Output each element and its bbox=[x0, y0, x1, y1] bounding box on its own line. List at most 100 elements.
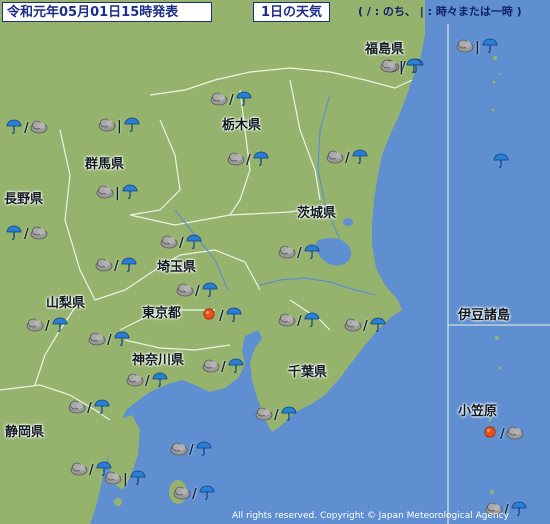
pref-label-saitama: 埼玉県 bbox=[157, 260, 197, 275]
forecast-separator: / bbox=[500, 426, 505, 442]
cloud-icon bbox=[202, 357, 220, 377]
forecast-f07: / bbox=[227, 150, 270, 170]
forecast-f02: | bbox=[456, 37, 499, 57]
issue-datetime: 令和元年05月01日15時発表 bbox=[2, 2, 212, 22]
umbrella-icon bbox=[481, 37, 499, 57]
forecast-f20: / bbox=[126, 371, 169, 391]
umbrella-icon bbox=[235, 90, 253, 110]
umbrella-icon bbox=[113, 330, 131, 350]
forecast-day-title: 1日の天気 bbox=[253, 2, 330, 22]
pref-label-tokyo: 東京都 bbox=[142, 306, 182, 321]
cloud-icon bbox=[227, 150, 245, 170]
umbrella-icon bbox=[369, 316, 387, 336]
forecast-separator: / bbox=[114, 258, 119, 274]
cloud-icon bbox=[160, 233, 178, 253]
umbrella-icon bbox=[198, 484, 216, 504]
forecast-f22: / bbox=[68, 398, 111, 418]
forecast-separator: / bbox=[89, 462, 94, 478]
forecast-separator: / bbox=[107, 332, 112, 348]
umbrella-icon bbox=[151, 371, 169, 391]
umbrella-icon bbox=[93, 398, 111, 418]
pref-label-fukushima: 福島県 bbox=[365, 42, 405, 57]
forecast-separator: / bbox=[195, 283, 200, 299]
forecast-separator: / bbox=[192, 486, 197, 502]
forecast-separator: / bbox=[24, 226, 29, 242]
forecast-separator: | bbox=[123, 471, 128, 487]
pref-label-kanagawa: 神奈川県 bbox=[132, 353, 185, 368]
cloud-icon bbox=[30, 224, 48, 244]
forecast-f05: / bbox=[210, 90, 253, 110]
cloud-icon bbox=[98, 116, 116, 136]
umbrella-icon bbox=[185, 233, 203, 253]
forecast-f09: / bbox=[5, 224, 48, 244]
pref-label-ibaraki: 茨城県 bbox=[297, 206, 337, 221]
forecast-f11: / bbox=[278, 243, 321, 263]
forecast-separator: / bbox=[179, 235, 184, 251]
forecast-f08: | bbox=[96, 183, 139, 203]
sun-icon bbox=[200, 306, 218, 326]
forecast-separator: / bbox=[221, 359, 226, 375]
forecast-separator: / bbox=[229, 92, 234, 108]
copyright-notice: All rights reserved. Copyright © Japan M… bbox=[232, 511, 509, 521]
umbrella-icon bbox=[51, 316, 69, 336]
forecast-separator: / bbox=[297, 313, 302, 329]
forecast-separator: | bbox=[399, 59, 404, 75]
forecast-separator: / bbox=[87, 400, 92, 416]
forecast-separator: / bbox=[45, 318, 50, 334]
forecast-f04: | bbox=[98, 116, 141, 136]
pref-label-nagano: 長野県 bbox=[4, 192, 44, 207]
forecast-separator: / bbox=[363, 318, 368, 334]
forecast-f25: | bbox=[380, 57, 423, 77]
forecast-f30: / bbox=[481, 424, 524, 444]
pref-label-ogasawara: 小笠原 bbox=[458, 404, 498, 419]
umbrella-icon bbox=[510, 500, 528, 520]
forecast-f15: / bbox=[200, 306, 243, 326]
cloud-icon bbox=[278, 311, 296, 331]
umbrella-icon bbox=[195, 440, 213, 460]
forecast-f13: / bbox=[176, 281, 219, 301]
cloud-icon bbox=[126, 371, 144, 391]
cloud-icon bbox=[210, 90, 228, 110]
cloud-icon bbox=[95, 256, 113, 276]
cloud-icon bbox=[170, 440, 188, 460]
forecast-f06: / bbox=[326, 148, 369, 168]
forecast-separator: | bbox=[475, 39, 480, 55]
map-background bbox=[0, 0, 550, 524]
cloud-icon bbox=[96, 183, 114, 203]
forecast-separator: | bbox=[115, 185, 120, 201]
umbrella-icon bbox=[405, 57, 423, 77]
cloud-icon bbox=[176, 281, 194, 301]
umbrella-icon bbox=[201, 281, 219, 301]
symbol-legend: ( / : のち、 | : 時々または一時 ) bbox=[358, 5, 522, 18]
umbrella-icon bbox=[129, 469, 147, 489]
cloud-icon bbox=[344, 316, 362, 336]
forecast-f19: / bbox=[202, 357, 245, 377]
forecast-separator: / bbox=[24, 120, 29, 136]
forecast-separator: / bbox=[246, 152, 251, 168]
forecast-f27: / bbox=[70, 460, 113, 480]
cloud-icon bbox=[506, 424, 524, 444]
cloud-icon bbox=[326, 148, 344, 168]
forecast-f28: / bbox=[170, 440, 213, 460]
forecast-separator: / bbox=[345, 150, 350, 166]
umbrella-icon bbox=[225, 306, 243, 326]
cloud-icon bbox=[26, 316, 44, 336]
forecast-f12: / bbox=[95, 256, 138, 276]
cloud-icon bbox=[173, 484, 191, 504]
pref-label-shizuoka: 静岡県 bbox=[5, 425, 45, 440]
forecast-f24: / bbox=[173, 484, 216, 504]
cloud-icon bbox=[70, 460, 88, 480]
forecast-f03: / bbox=[5, 118, 48, 138]
umbrella-icon bbox=[351, 148, 369, 168]
pref-label-tochigi: 栃木県 bbox=[222, 118, 262, 133]
forecast-f18: / bbox=[88, 330, 131, 350]
pref-label-gunma: 群馬県 bbox=[85, 157, 125, 172]
pref-label-chiba: 千葉県 bbox=[288, 365, 328, 380]
cloud-icon bbox=[380, 57, 398, 77]
forecast-f16: / bbox=[278, 311, 321, 331]
umbrella-icon bbox=[5, 224, 23, 244]
umbrella-icon bbox=[120, 256, 138, 276]
umbrella-icon bbox=[252, 150, 270, 170]
forecast-separator: / bbox=[297, 245, 302, 261]
pref-label-izu: 伊豆諸島 bbox=[458, 308, 511, 323]
